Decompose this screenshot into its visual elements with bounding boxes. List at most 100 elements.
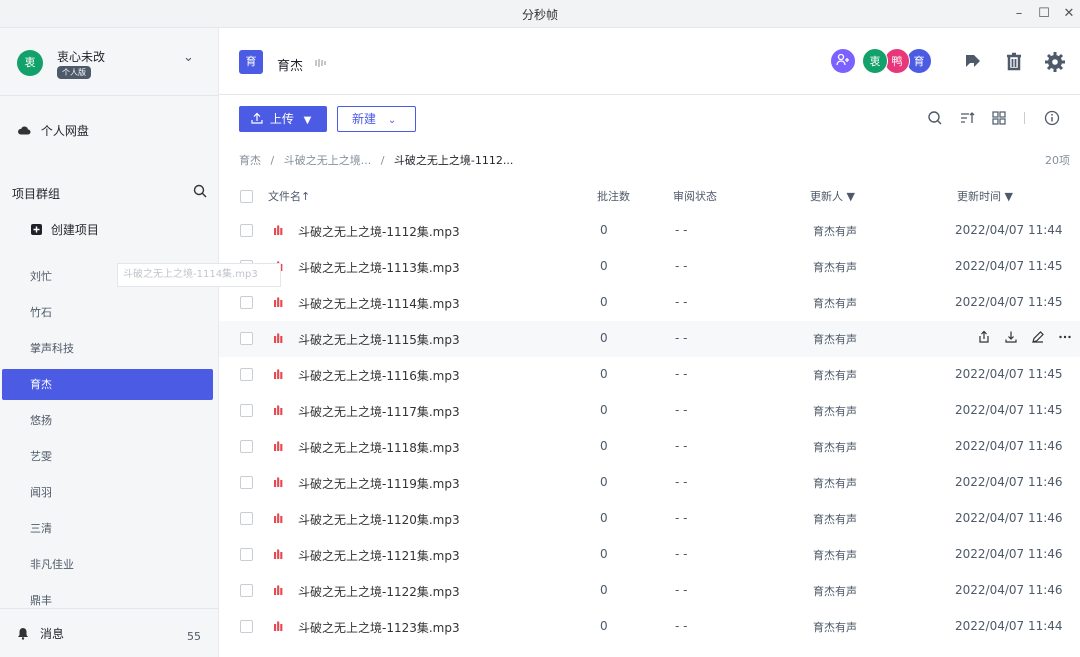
- table-row[interactable]: ılı 斗破之无上之境-1117集.mp3 0 - - 育杰有声 2022/04/07 1…: [219, 393, 1080, 429]
- table-row[interactable]: ılı 斗破之无上之境-1120集.mp3 0 - - 育杰有声 2022/04/07 1…: [219, 501, 1080, 537]
- table-row[interactable]: ılı 斗破之无上之境-1118集.mp3 0 - - 育杰有声 2022/04/07 1…: [219, 429, 1080, 465]
- updater-name: 育杰有声: [813, 441, 857, 454]
- row-checkbox[interactable]: [240, 332, 253, 345]
- updater-name: 育杰有声: [813, 333, 857, 346]
- sidebar-project-item[interactable]: 艺雯: [0, 441, 219, 472]
- audio-file-icon: ılı: [273, 404, 283, 418]
- file-name[interactable]: 斗破之无上之境-1112集.mp3: [298, 223, 460, 240]
- row-checkbox[interactable]: [240, 620, 253, 633]
- row-checkbox[interactable]: [240, 440, 253, 453]
- sort-icon[interactable]: [957, 108, 977, 128]
- sidebar-project-item[interactable]: 三清: [0, 513, 219, 544]
- column-updater[interactable]: 更新人 ▼: [810, 188, 855, 204]
- messages-count: 55: [187, 630, 201, 643]
- sidebar-project-item[interactable]: 悠扬: [0, 405, 219, 436]
- member-avatar[interactable]: 衷: [862, 48, 888, 74]
- row-checkbox[interactable]: [240, 368, 253, 381]
- sidebar-project-item[interactable]: 掌声科技: [0, 333, 219, 364]
- messages-item[interactable]: 消息 55: [0, 608, 219, 657]
- table-row[interactable]: ılı 斗破之无上之境-1123集.mp3 0 - - 育杰有声 2022/04/07 1…: [219, 609, 1080, 645]
- annotation-count: 0: [600, 223, 608, 237]
- sidebar-item-cloud[interactable]: 个人网盘: [0, 122, 219, 139]
- user-switcher[interactable]: 衷 衷心未改 个人版 ⌄: [0, 28, 219, 96]
- annotation-count: 0: [600, 439, 608, 453]
- annotation-count: 0: [600, 259, 608, 273]
- annotation-count: 0: [600, 583, 608, 597]
- close-button[interactable]: ✕: [1058, 3, 1080, 25]
- chevron-down-icon: ⌄: [387, 115, 397, 126]
- announce-icon[interactable]: [314, 57, 328, 69]
- audio-file-icon: ılı: [273, 368, 283, 382]
- updated-time: 2022/04/07 11:46: [955, 439, 1063, 453]
- column-updated[interactable]: 更新时间 ▼: [957, 188, 1013, 204]
- file-name[interactable]: 斗破之无上之境-1114集.mp3: [298, 295, 460, 312]
- trash-icon[interactable]: [1002, 50, 1026, 74]
- sidebar-project-item[interactable]: 竹石: [0, 297, 219, 328]
- table-row[interactable]: ılı 斗破之无上之境-1116集.mp3 0 - - 育杰有声 2022/04/07 1…: [219, 357, 1080, 393]
- gear-icon[interactable]: [1043, 50, 1067, 74]
- share-icon[interactable]: [977, 330, 991, 348]
- file-name[interactable]: 斗破之无上之境-1119集.mp3: [298, 475, 460, 492]
- row-checkbox[interactable]: [240, 512, 253, 525]
- grid-view-icon[interactable]: [989, 108, 1009, 128]
- sidebar-project-item[interactable]: 闻羽: [0, 477, 219, 508]
- file-name[interactable]: 斗破之无上之境-1117集.mp3: [298, 403, 460, 420]
- file-name[interactable]: 斗破之无上之境-1116集.mp3: [298, 367, 460, 384]
- table-row[interactable]: ılı斗破之无上之境-1113集.mp30- -育杰有声2022/04/07 1…: [219, 249, 1080, 285]
- row-checkbox[interactable]: [240, 224, 253, 237]
- row-checkbox[interactable]: [240, 296, 253, 309]
- search-icon[interactable]: [193, 184, 207, 198]
- edit-icon[interactable]: [1031, 330, 1045, 348]
- table-row[interactable]: ılı 斗破之无上之境-1114集.mp3 0 - - 育杰有声 2022/04/07 1…: [219, 285, 1080, 321]
- download-icon[interactable]: [1004, 330, 1018, 348]
- review-status: - -: [675, 619, 688, 633]
- file-name[interactable]: 斗破之无上之境-1123集.mp3: [298, 619, 460, 636]
- title-bar: 分秒帧 – ☐ ✕: [0, 0, 1080, 28]
- avatar[interactable]: 衷: [17, 50, 43, 76]
- updater-name: 育杰有声: [813, 261, 857, 274]
- plan-badge: 个人版: [57, 66, 91, 79]
- sidebar-project-item[interactable]: 育杰: [2, 369, 213, 400]
- sidebar-project-item[interactable]: 非凡佳业: [0, 549, 219, 580]
- file-name[interactable]: 斗破之无上之境-1115集.mp3: [298, 331, 460, 348]
- messages-label: 消息: [40, 627, 65, 641]
- new-label: 新建: [352, 112, 377, 126]
- project-icon: 育: [239, 50, 263, 74]
- search-icon[interactable]: [925, 108, 945, 128]
- row-checkbox[interactable]: [240, 584, 253, 597]
- minimize-button[interactable]: –: [1008, 3, 1030, 25]
- breadcrumb-separator: /: [270, 154, 275, 167]
- table-row[interactable]: ılı 斗破之无上之境-1115集.mp3 0 - - 育杰有声: [219, 321, 1080, 357]
- row-checkbox[interactable]: [240, 476, 253, 489]
- maximize-button[interactable]: ☐: [1033, 3, 1055, 25]
- chevron-down-icon[interactable]: ⌄: [183, 50, 194, 65]
- file-name[interactable]: 斗破之无上之境-1113集.mp3: [298, 259, 460, 276]
- table-row[interactable]: ılı 斗破之无上之境-1121集.mp3 0 - - 育杰有声 2022/04/07 1…: [219, 537, 1080, 573]
- add-member-button[interactable]: [830, 48, 856, 74]
- create-project-label: 创建项目: [50, 223, 99, 237]
- column-name[interactable]: 文件名↑: [268, 188, 310, 204]
- row-checkbox[interactable]: [240, 548, 253, 561]
- new-button[interactable]: 新建 ⌄: [337, 106, 416, 132]
- breadcrumb-root[interactable]: 育杰: [239, 154, 261, 167]
- info-icon[interactable]: [1042, 108, 1062, 128]
- upload-button[interactable]: 上传 ▼: [239, 106, 327, 132]
- file-name[interactable]: 斗破之无上之境-1120集.mp3: [298, 511, 460, 528]
- updated-time: 2022/04/07 11:45: [955, 259, 1063, 273]
- breadcrumb-mid[interactable]: 斗破之无上之境...: [284, 154, 372, 167]
- create-project-button[interactable]: 创建项目: [0, 221, 219, 238]
- share-icon[interactable]: [961, 50, 985, 74]
- upload-icon: [251, 112, 263, 124]
- table-row[interactable]: ılı 斗破之无上之境-1122集.mp3 0 - - 育杰有声 2022/04/07 1…: [219, 573, 1080, 609]
- select-all-checkbox[interactable]: [240, 190, 253, 203]
- row-checkbox[interactable]: [240, 404, 253, 417]
- breadcrumb-separator: /: [380, 154, 385, 167]
- file-name[interactable]: 斗破之无上之境-1122集.mp3: [298, 583, 460, 600]
- table-row[interactable]: ılı 斗破之无上之境-1112集.mp3 0 - - 育杰有声 2022/04/07 1…: [219, 213, 1080, 249]
- file-name[interactable]: 斗破之无上之境-1118集.mp3: [298, 439, 460, 456]
- more-icon[interactable]: [1058, 330, 1072, 348]
- table-row[interactable]: ılı 斗破之无上之境-1119集.mp3 0 - - 育杰有声 2022/04/07 1…: [219, 465, 1080, 501]
- annotation-count: 0: [600, 295, 608, 309]
- file-name[interactable]: 斗破之无上之境-1121集.mp3: [298, 547, 460, 564]
- review-status: - -: [675, 331, 688, 345]
